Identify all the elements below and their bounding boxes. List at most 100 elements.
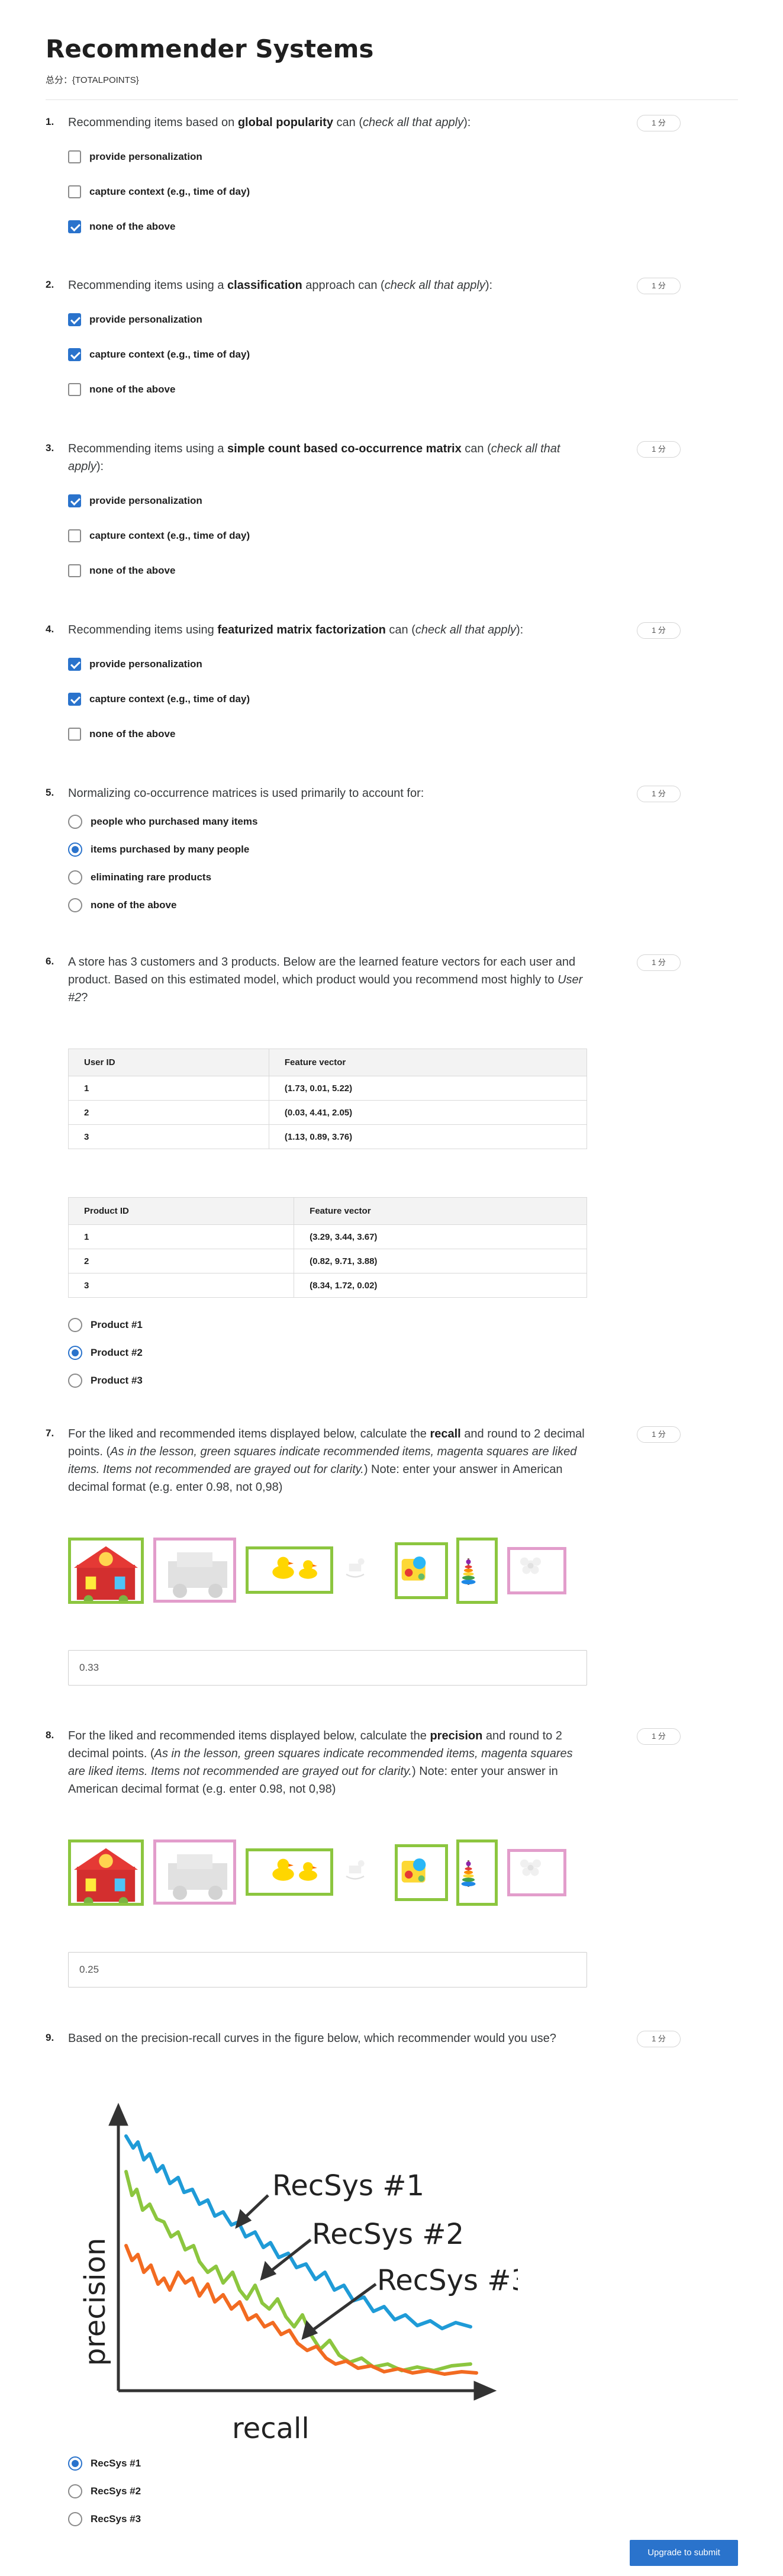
question-text: Recommending items based on global popul… bbox=[68, 116, 471, 129]
checkbox[interactable] bbox=[68, 658, 81, 671]
checkbox[interactable] bbox=[68, 494, 81, 507]
rubber-ducks-thumbnail bbox=[246, 1848, 333, 1896]
stacking-rings-thumbnail bbox=[456, 1839, 498, 1906]
question-number: 6. bbox=[46, 956, 54, 967]
question-text: Recommending items using featurized matr… bbox=[68, 623, 524, 636]
question-text: For the liked and recommended items disp… bbox=[68, 1729, 573, 1796]
checkbox-option[interactable]: provide personalization bbox=[68, 311, 202, 329]
checkbox-option[interactable]: none of the above bbox=[68, 381, 175, 398]
bath-flower-thumbnail bbox=[507, 1849, 566, 1896]
rubber-ducks-thumbnail bbox=[246, 1546, 333, 1594]
precision-recall-figure: RecSys #1 RecSys #2 RecSys #3 recall pre… bbox=[79, 2102, 518, 2445]
answer-input[interactable]: 0.33 bbox=[68, 1650, 587, 1686]
option-label: Product #1 bbox=[91, 1319, 143, 1330]
radio-button[interactable] bbox=[68, 2456, 82, 2471]
total-points: 总分：{TOTALPOINTS} bbox=[46, 75, 139, 85]
question-number: 1. bbox=[46, 116, 54, 127]
answer-input[interactable]: 0.25 bbox=[68, 1952, 587, 1988]
radio-option[interactable]: Product #3 bbox=[68, 1372, 143, 1390]
checkbox-option[interactable]: capture context (e.g., time of day) bbox=[68, 527, 250, 545]
radio-button[interactable] bbox=[68, 1318, 82, 1332]
radio-option[interactable]: people who purchased many items bbox=[68, 813, 257, 831]
table-cell: 3 bbox=[68, 1124, 269, 1149]
radio-button[interactable] bbox=[68, 2484, 82, 2498]
radio-option[interactable]: Product #1 bbox=[68, 1316, 143, 1334]
table-header: Feature vector bbox=[268, 1049, 588, 1076]
radio-button[interactable] bbox=[68, 1346, 82, 1360]
points-badge: 1 分 bbox=[637, 786, 681, 802]
checkbox[interactable] bbox=[68, 313, 81, 326]
points-badge: 1 分 bbox=[637, 278, 681, 294]
table-cell: 1 bbox=[68, 1076, 269, 1101]
option-label: none of the above bbox=[91, 899, 177, 911]
baby-toy-thumbnail bbox=[395, 1844, 448, 1901]
radio-button[interactable] bbox=[68, 815, 82, 829]
checkbox[interactable] bbox=[68, 564, 81, 577]
question-number: 9. bbox=[46, 2032, 54, 2043]
checkbox-option[interactable]: capture context (e.g., time of day) bbox=[68, 690, 250, 708]
option-label: RecSys #3 bbox=[91, 2513, 141, 2524]
question-number: 3. bbox=[46, 442, 54, 454]
question-number: 4. bbox=[46, 623, 54, 635]
question-number: 8. bbox=[46, 1729, 54, 1741]
checkbox[interactable] bbox=[68, 185, 81, 198]
toy-car-thumbnail bbox=[153, 1839, 236, 1905]
recsys1-label: RecSys #1 bbox=[272, 2169, 424, 2202]
table-row: 2 (0.03, 4.41, 2.05) bbox=[68, 1100, 588, 1125]
points-badge: 1 分 bbox=[637, 2031, 681, 2047]
option-label: people who purchased many items bbox=[91, 816, 258, 827]
radio-option[interactable]: Product #2 bbox=[68, 1344, 143, 1362]
checkbox-option[interactable]: none of the above bbox=[68, 725, 175, 743]
checkbox[interactable] bbox=[68, 220, 81, 233]
table-row: 1 (1.73, 0.01, 5.22) bbox=[68, 1076, 588, 1101]
checkbox-option[interactable]: none of the above bbox=[68, 218, 175, 236]
radio-option[interactable]: none of the above bbox=[68, 896, 176, 914]
x-axis-label: recall bbox=[232, 2412, 310, 2445]
option-label: none of the above bbox=[89, 728, 176, 739]
radio-button[interactable] bbox=[68, 1374, 82, 1388]
table-cell: (0.82, 9.71, 3.88) bbox=[294, 1249, 587, 1273]
points-badge: 1 分 bbox=[637, 954, 681, 971]
option-label: Product #3 bbox=[91, 1375, 143, 1386]
table-header: User ID bbox=[68, 1049, 269, 1076]
option-label: provide personalization bbox=[89, 658, 202, 670]
radio-option[interactable]: items purchased by many people bbox=[68, 841, 249, 858]
checkbox-option[interactable]: none of the above bbox=[68, 562, 175, 580]
checkbox-option[interactable]: provide personalization bbox=[68, 148, 202, 166]
checkbox-option[interactable]: provide personalization bbox=[68, 655, 202, 673]
radio-button[interactable] bbox=[68, 842, 82, 857]
checkbox[interactable] bbox=[68, 693, 81, 706]
checkbox[interactable] bbox=[68, 150, 81, 163]
checkbox[interactable] bbox=[68, 348, 81, 361]
radio-button[interactable] bbox=[68, 870, 82, 885]
checkbox-option[interactable]: capture context (e.g., time of day) bbox=[68, 346, 250, 364]
checkbox-option[interactable]: provide personalization bbox=[68, 492, 202, 510]
radio-option[interactable]: RecSys #3 bbox=[68, 2510, 141, 2528]
option-label: eliminating rare products bbox=[91, 871, 212, 883]
option-label: capture context (e.g., time of day) bbox=[89, 186, 250, 197]
checkbox[interactable] bbox=[68, 529, 81, 542]
points-badge: 1 分 bbox=[637, 1426, 681, 1443]
radio-button[interactable] bbox=[68, 2512, 82, 2526]
checkbox[interactable] bbox=[68, 728, 81, 741]
option-label: Product #2 bbox=[91, 1347, 143, 1358]
y-axis-label: precision bbox=[79, 2238, 112, 2366]
axes bbox=[108, 2102, 497, 2401]
radio-button[interactable] bbox=[68, 898, 82, 912]
recsys3-label: RecSys #3 bbox=[377, 2264, 518, 2297]
question-number: 2. bbox=[46, 279, 54, 290]
option-label: provide personalization bbox=[89, 495, 202, 506]
checkbox[interactable] bbox=[68, 383, 81, 396]
radio-option[interactable]: RecSys #2 bbox=[68, 2482, 141, 2500]
checkbox-option[interactable]: capture context (e.g., time of day) bbox=[68, 183, 250, 201]
table-cell: 1 bbox=[67, 1224, 295, 1249]
question-number: 5. bbox=[46, 787, 54, 798]
radio-option[interactable]: eliminating rare products bbox=[68, 869, 211, 886]
rocking-horse-thumbnail bbox=[343, 1849, 385, 1896]
question-text: Normalizing co-occurrence matrices is us… bbox=[68, 787, 424, 800]
table-header: Product ID bbox=[67, 1197, 295, 1225]
table-row: 3 (1.13, 0.89, 3.76) bbox=[68, 1124, 588, 1149]
option-label: RecSys #2 bbox=[91, 2485, 141, 2497]
radio-option[interactable]: RecSys #1 bbox=[68, 2455, 141, 2472]
submit-button[interactable]: Upgrade to submit bbox=[630, 2540, 738, 2566]
